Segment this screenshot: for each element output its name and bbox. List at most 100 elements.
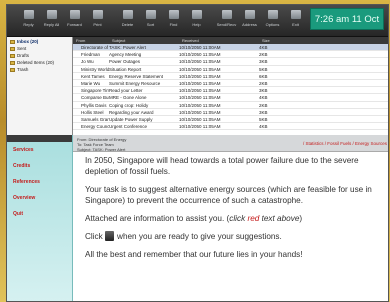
toolbar-icon xyxy=(145,10,156,19)
table-cell: 4KB xyxy=(259,124,268,130)
table-cell: 5KB xyxy=(259,116,268,122)
folder-item[interactable]: Inbox (20) xyxy=(7,37,72,44)
toolbar-button-delete[interactable]: Delete xyxy=(118,7,137,27)
table-cell: Directorate of Energy xyxy=(81,45,109,50)
table-row[interactable]: Samuels Grant Update Power Supply 10/10/20… xyxy=(73,116,388,124)
toolbar-icon xyxy=(46,10,57,19)
message-paragraph-1: In 2050, Singapore will head towards a t… xyxy=(85,156,359,176)
table-row[interactable]: Jo Wu Power Outages 10/10/2050 11:05AM 3KB xyxy=(73,58,388,66)
table-row[interactable]: Marie Wu Summit Energy Resource 10/10/2050… xyxy=(73,80,388,88)
toolbar-button-label: Address xyxy=(242,22,257,27)
folder-item[interactable]: Deleted Items (20) xyxy=(7,58,72,65)
table-cell: Energy Reserve Statement xyxy=(109,73,164,79)
table-cell: 10/10/2050 11:05AM xyxy=(179,52,221,58)
menu-item-services[interactable]: Services xyxy=(7,142,72,158)
toolbar-button-print[interactable]: Print xyxy=(88,7,107,27)
table-cell: 10/10/2050 11:05AM xyxy=(179,95,221,101)
table-row[interactable]: Comparse BusinessMRE - Gone Alone 10/10/2… xyxy=(73,94,388,102)
table-cell: 4KB xyxy=(259,45,268,50)
toolbar-button-label: Forward xyxy=(67,22,82,27)
table-cell: 2KB xyxy=(259,80,268,86)
toolbar-button-label: Delete xyxy=(121,22,134,27)
toolbar-icon xyxy=(69,10,80,19)
table-row[interactable]: Hollis Steel Regarding your Award 10/10/20… xyxy=(73,109,388,116)
toolbar-buttons: Reply Reply All Forward Print Delete Sort Find… xyxy=(19,7,305,27)
toolbar-icon xyxy=(191,10,202,19)
toolbar-button-label: Print xyxy=(93,22,102,27)
suggestion-button-icon[interactable] xyxy=(105,231,115,241)
table-cell: Phyllis Davis xyxy=(81,102,107,108)
toolbar-button-send-recv[interactable]: Send/Recv xyxy=(217,7,236,27)
menu-item-credits[interactable]: Credits xyxy=(7,158,72,174)
folder-icon xyxy=(10,68,15,72)
background-frame: Reply Reply All Forward Print Delete Sort Find… xyxy=(0,0,390,302)
table-cell: 5KB xyxy=(259,66,268,72)
table-cell: Energy Council xyxy=(81,124,109,130)
clock-display: 7:26 am 11 Oct xyxy=(310,8,384,30)
toolbar-button-forward[interactable]: Forward xyxy=(65,7,84,27)
table-cell: Agency Meeting xyxy=(109,52,142,58)
column-header[interactable]: From xyxy=(73,37,109,44)
table-row[interactable]: Energy Council Urgent Conference 10/10/205… xyxy=(73,123,388,131)
table-cell: Singapore Times xyxy=(81,88,109,94)
toolbar-button-address[interactable]: Address xyxy=(240,7,259,27)
table-cell: 2KB xyxy=(259,52,268,58)
table-cell: Marie Wu xyxy=(81,80,101,86)
table-row[interactable]: Singapore TimesRead your Letter 10/10/205… xyxy=(73,87,388,95)
toolbar-button-label: Options xyxy=(265,22,280,27)
side-menu: Services Credits References Overview Quit xyxy=(7,135,73,301)
message-header: From: Directorate of Energy To: Task For… xyxy=(73,135,388,152)
side-menu-header xyxy=(7,135,72,142)
table-cell: Jo Wu xyxy=(81,59,94,65)
table-cell: Hollis Steel xyxy=(81,109,104,115)
toolbar-icon xyxy=(221,10,232,19)
column-header[interactable]: Size xyxy=(259,37,319,44)
toolbar-icon xyxy=(122,10,133,19)
toolbar-icon xyxy=(290,10,301,19)
table-cell: Situation Report xyxy=(109,66,142,72)
table-row[interactable]: Friedman Agency Meeting 10/10/2050 11:05AM… xyxy=(73,51,388,59)
message-paragraph-3: Attached are information to assist you. … xyxy=(85,214,303,223)
toolbar-icon xyxy=(267,10,278,19)
toolbar-button-label: Find xyxy=(169,22,178,27)
folder-item[interactable]: Drafts xyxy=(7,51,72,58)
message-list-header: From Subject Received Size xyxy=(73,37,388,44)
toolbar-icon xyxy=(23,10,34,19)
toolbar-button-reply-all[interactable]: Reply All xyxy=(42,7,61,27)
table-cell: 4KB xyxy=(259,95,268,101)
toolbar-button-options[interactable]: Options xyxy=(263,7,282,27)
column-header[interactable]: Received xyxy=(179,37,259,44)
menu-item-quit[interactable]: Quit xyxy=(7,206,72,222)
table-row[interactable]: Phyllis Davis Coping crop: Holidy 10/10/20… xyxy=(73,102,388,109)
table-row[interactable]: Kent Tames Energy Reserve Statement 10/10/… xyxy=(73,73,388,80)
toolbar-button-reply[interactable]: Reply xyxy=(19,7,38,27)
toolbar-button-help[interactable]: Help xyxy=(187,7,206,27)
table-cell: 10/10/2050 11:05AM xyxy=(179,66,221,72)
table-cell: 10/10/2050 11:00AM xyxy=(179,45,221,50)
toolbar-button-exit[interactable]: Exit xyxy=(286,7,305,27)
column-header[interactable]: Subject xyxy=(109,37,179,44)
table-cell: Coping crop: Holidy xyxy=(109,102,149,108)
table-row[interactable]: Directorate of EnergyTASK: Power Alert 10… xyxy=(73,44,388,52)
folder-item[interactable]: Trash xyxy=(7,65,72,72)
folder-label: Trash xyxy=(17,67,29,72)
message-list: FromSubjectReceivedSize Directorate of E… xyxy=(73,37,388,135)
menu-item-references[interactable]: References xyxy=(7,174,72,190)
folder-item[interactable]: Sent xyxy=(7,44,72,51)
toolbar-icon xyxy=(244,10,255,19)
toolbar-button-sort[interactable]: Sort xyxy=(141,7,160,27)
attachment-links[interactable]: / Statistics / Fossil Fuels / Energy Sou… xyxy=(303,141,387,146)
menu-item-overview[interactable]: Overview xyxy=(7,190,72,206)
email-app-window: Reply Reply All Forward Print Delete Sort Find… xyxy=(6,4,389,302)
table-cell: Urgent Conference xyxy=(109,124,148,130)
table-row[interactable]: Ministry World Situation Report 10/10/2050… xyxy=(73,66,388,73)
message-subject: Subject: TASK: Power Alert xyxy=(77,147,126,152)
toolbar-button-find[interactable]: Find xyxy=(164,7,183,27)
toolbar-button-label: Send/Recv xyxy=(216,22,237,27)
table-cell: Update Power Supply xyxy=(109,116,153,122)
message-body: In 2050, Singapore will head towards a t… xyxy=(73,152,388,260)
toolbar-button-label: Help xyxy=(192,22,201,27)
toolbar-icon xyxy=(168,10,179,19)
table-cell: 10/10/2050 11:05AM xyxy=(179,124,221,130)
table-cell: Kent Tames xyxy=(81,73,105,79)
